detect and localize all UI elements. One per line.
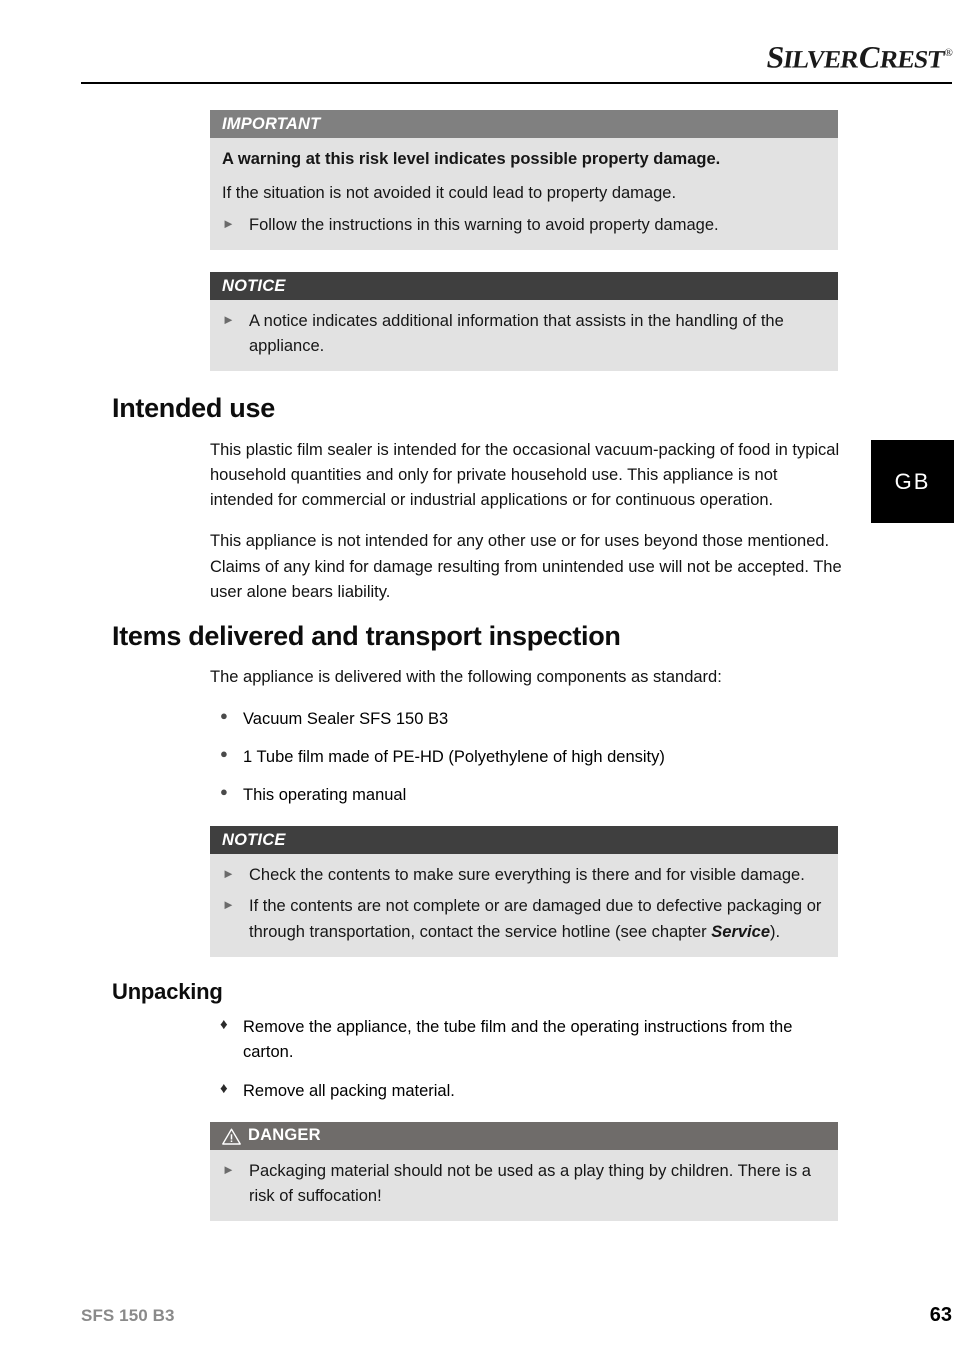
document-page: SILVERCREST® GB IMPORTANT A warning at t… bbox=[0, 0, 954, 1355]
notice-box-1-title: NOTICE bbox=[210, 272, 838, 301]
notice-2-item-1-text: Check the contents to make sure everythi… bbox=[249, 866, 805, 885]
items-delivered-intro: The appliance is delivered with the foll… bbox=[210, 668, 722, 687]
section-heading-unpacking: Unpacking bbox=[112, 978, 223, 1004]
list-item-label: Remove all packing material. bbox=[243, 1081, 455, 1100]
list-item-label: This operating manual bbox=[243, 786, 407, 805]
silvercrest-logo: SILVERCREST® bbox=[764, 39, 953, 75]
danger-item: ► Packaging material should not be used … bbox=[222, 1159, 824, 1209]
danger-box-title-bar: DANGER bbox=[210, 1121, 838, 1150]
notice-2-item-2-text: If the contents are not complete or are … bbox=[249, 894, 824, 944]
danger-box: DANGER ► Packaging material should not b… bbox=[210, 1121, 838, 1221]
notice-box-2-title: NOTICE bbox=[210, 826, 838, 855]
intended-use-paragraph-1: This plastic film sealer is intended for… bbox=[210, 440, 840, 510]
list-item-label: 1 Tube film made of PE-HD (Polyethylene … bbox=[243, 747, 665, 766]
brand-header: SILVERCREST® bbox=[0, 36, 954, 74]
list-item: ♦ Remove the appliance, the tube film an… bbox=[210, 1015, 842, 1065]
list-item-label: Remove the appliance, the tube film and … bbox=[243, 1018, 793, 1062]
items-delivered-intro-block: The appliance is delivered with the foll… bbox=[210, 665, 842, 690]
notice-2-item-1: ► Check the contents to make sure everyt… bbox=[222, 863, 824, 888]
section-heading-items-delivered: Items delivered and transport inspection bbox=[112, 621, 621, 652]
dot-bullet-icon: ● bbox=[220, 707, 228, 723]
notice-2-item-2-suffix: ). bbox=[770, 922, 781, 941]
notice-2-item-2: ► If the contents are not complete or ar… bbox=[222, 894, 824, 944]
dot-bullet-icon: ● bbox=[220, 784, 228, 800]
list-item: ♦ Remove all packing material. bbox=[210, 1079, 842, 1104]
language-tab-label: GB bbox=[894, 468, 931, 494]
arrow-bullet-icon: ► bbox=[222, 897, 235, 913]
notice-box-2-body: ► Check the contents to make sure everyt… bbox=[210, 854, 838, 957]
important-box-title: IMPORTANT bbox=[210, 110, 838, 138]
diamond-bullet-icon: ♦ bbox=[220, 1016, 228, 1034]
danger-box-title: DANGER bbox=[248, 1126, 321, 1145]
notice-box-2: NOTICE ► Check the contents to make sure… bbox=[210, 826, 838, 957]
service-chapter-reference: Service bbox=[711, 922, 770, 941]
header-divider bbox=[81, 82, 952, 84]
footer-model-label: SFS 150 B3 bbox=[81, 1306, 175, 1325]
page-content: IMPORTANT A warning at this risk level i… bbox=[112, 110, 842, 1243]
warning-triangle-icon bbox=[222, 1128, 241, 1146]
dot-bullet-icon: ● bbox=[220, 745, 228, 761]
notice-1-item: ► A notice indicates additional informat… bbox=[222, 309, 824, 359]
danger-item-text: Packaging material should not be used as… bbox=[249, 1161, 811, 1205]
diamond-bullet-icon: ♦ bbox=[220, 1079, 228, 1097]
items-delivered-list: ● Vacuum Sealer SFS 150 B3 ● 1 Tube film… bbox=[210, 707, 842, 809]
important-instruction-item: ► Follow the instructions in this warnin… bbox=[222, 213, 824, 238]
important-box: IMPORTANT A warning at this risk level i… bbox=[210, 110, 838, 251]
list-item: ● This operating manual bbox=[210, 783, 842, 808]
section-heading-intended-use: Intended use bbox=[112, 393, 275, 424]
list-item-label: Vacuum Sealer SFS 150 B3 bbox=[243, 709, 449, 728]
list-item: ● 1 Tube film made of PE-HD (Polyethylen… bbox=[210, 745, 842, 770]
intended-use-body: This plastic film sealer is intended for… bbox=[210, 438, 842, 605]
important-instruction-text: Follow the instructions in this warning … bbox=[249, 216, 719, 235]
notice-box-1: NOTICE ► A notice indicates additional i… bbox=[210, 272, 838, 372]
list-item: ● Vacuum Sealer SFS 150 B3 bbox=[210, 707, 842, 732]
notice-1-item-text: A notice indicates additional informatio… bbox=[249, 312, 784, 356]
important-box-body: A warning at this risk level indicates p… bbox=[210, 138, 838, 251]
notice-box-1-body: ► A notice indicates additional informat… bbox=[210, 300, 838, 372]
language-tab-gb: GB bbox=[871, 440, 954, 523]
danger-box-body: ► Packaging material should not be used … bbox=[210, 1149, 838, 1221]
arrow-bullet-icon: ► bbox=[222, 312, 235, 328]
important-lead-text: A warning at this risk level indicates p… bbox=[222, 150, 721, 168]
important-paragraph: If the situation is not avoided it could… bbox=[222, 184, 677, 203]
intended-use-paragraph-2: This appliance is not intended for any o… bbox=[210, 532, 842, 601]
arrow-bullet-icon: ► bbox=[222, 216, 235, 232]
arrow-bullet-icon: ► bbox=[222, 866, 235, 882]
arrow-bullet-icon: ► bbox=[222, 1161, 235, 1177]
page-number: 63 bbox=[929, 1304, 952, 1326]
unpacking-list: ♦ Remove the appliance, the tube film an… bbox=[210, 1015, 842, 1104]
page-footer: SFS 150 B3 63 bbox=[81, 1304, 952, 1327]
